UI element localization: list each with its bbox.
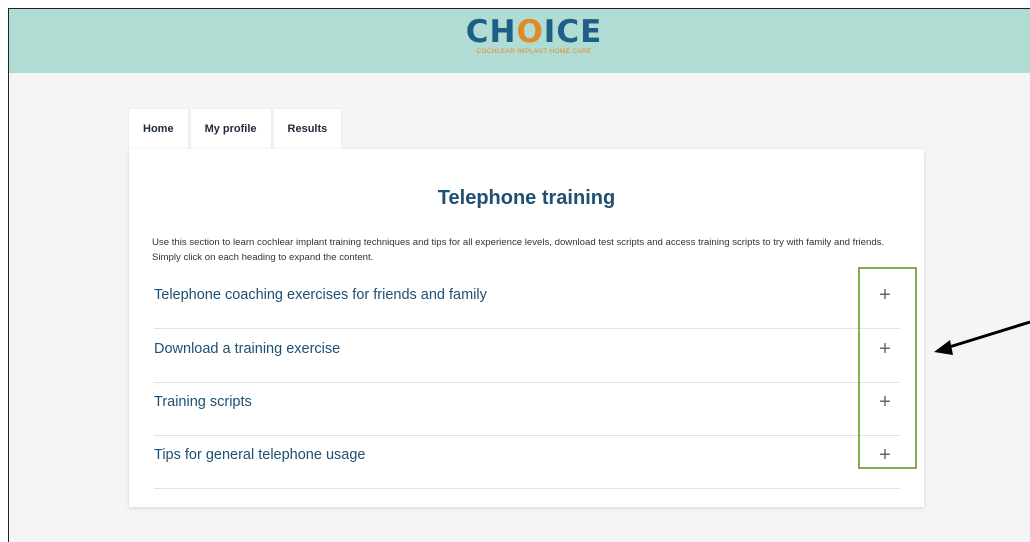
pointer-arrow-icon: [934, 320, 1030, 355]
nav-tabs: Home My profile Results: [129, 109, 344, 149]
accordion-telephone-coaching[interactable]: Telephone coaching exercises for friends…: [154, 275, 900, 329]
accordion-training-scripts[interactable]: Training scripts +: [154, 382, 900, 436]
logo-wordmark: CHOICE: [465, 14, 603, 50]
tab-results[interactable]: Results: [273, 109, 342, 149]
tab-my-profile[interactable]: My profile: [190, 109, 271, 149]
content-card: Telephone training Use this section to l…: [129, 149, 924, 507]
accordion-title: Download a training exercise: [154, 341, 341, 357]
highlight-box: [858, 267, 917, 469]
header-bar: CHOICE COCHLEAR IMPLANT HOME CARE: [9, 9, 1030, 73]
accordion-download-exercise[interactable]: Download a training exercise +: [154, 329, 900, 383]
app-window: CHOICE COCHLEAR IMPLANT HOME CARE Home M…: [8, 8, 1030, 542]
accordion-title: Tips for general telephone usage: [154, 447, 366, 463]
accordion-telephone-tips[interactable]: Tips for general telephone usage +: [154, 435, 900, 489]
accordion-title: Telephone coaching exercises for friends…: [154, 287, 487, 303]
page-title: Telephone training: [437, 187, 616, 209]
tab-home[interactable]: Home: [129, 109, 188, 149]
choice-logo[interactable]: CHOICE COCHLEAR IMPLANT HOME CARE: [449, 15, 619, 55]
intro-text: Use this section to learn cochlear impla…: [152, 237, 885, 263]
accordion-title: Training scripts: [154, 394, 252, 410]
